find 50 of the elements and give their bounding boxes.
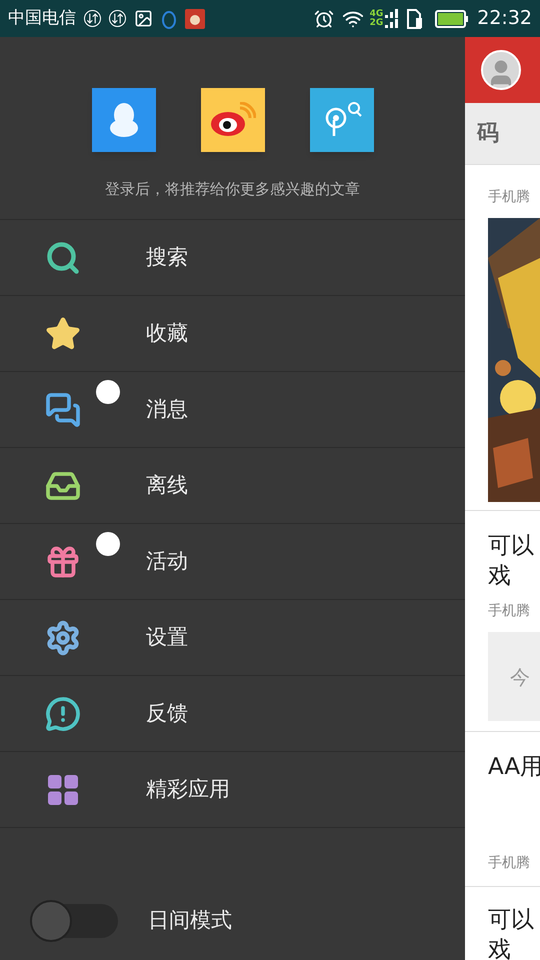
article-title: 可以 [488, 906, 535, 935]
menu-label: 离线 [146, 472, 188, 499]
battery-icon [435, 10, 470, 28]
menu-label: 收藏 [146, 320, 188, 347]
settings-icon [45, 620, 81, 656]
menu-label: 反馈 [146, 700, 188, 727]
article-source: 手机腾 [488, 188, 531, 207]
menu-item[interactable]: 消息 [0, 372, 465, 448]
alarm-icon [314, 8, 334, 28]
category-tab[interactable]: 码 [465, 117, 499, 150]
carrier-name: 中国电信 [8, 6, 76, 30]
menu-label: 精彩应用 [146, 776, 230, 803]
pin-login-button[interactable] [310, 88, 374, 152]
menu-item[interactable]: 设置 [0, 600, 465, 676]
avatar[interactable] [481, 50, 521, 90]
search-icon [45, 240, 81, 276]
qq-login-button[interactable] [92, 88, 156, 152]
article-title: 戏 [488, 562, 512, 591]
star-icon [45, 316, 81, 352]
menu-label: 设置 [146, 624, 188, 651]
menu-item[interactable]: 活动 [0, 524, 465, 600]
data-transfer-icon [109, 10, 126, 27]
signal-icon [385, 8, 400, 28]
weibo-login-button[interactable] [200, 88, 264, 152]
preview-text: 今 [510, 664, 530, 690]
menu-item[interactable]: 收藏 [0, 296, 465, 372]
menu-label: 搜索 [146, 244, 188, 271]
image-icon [134, 9, 153, 28]
eye-logo-icon [210, 102, 256, 138]
article-source: 手机腾 [488, 854, 531, 873]
sim-alert-icon [407, 8, 424, 28]
login-hint: 登录后，将推荐给你更多感兴趣的文章 [105, 179, 360, 200]
clock-time: 22:32 [477, 6, 532, 32]
article-title: 可以 [488, 532, 535, 561]
article-source: 手机腾 [488, 602, 531, 621]
menu-item[interactable]: 精彩应用 [0, 752, 465, 828]
menu-label: 活动 [146, 548, 188, 575]
gift-icon [45, 544, 81, 580]
exclamation-bubble-icon [45, 696, 81, 732]
app-notification-icon [185, 8, 205, 28]
menu-item[interactable]: 反馈 [0, 676, 465, 752]
menu-label: 消息 [146, 396, 188, 423]
network-label: 4G [370, 10, 384, 18]
article-title: 戏 [488, 936, 512, 960]
day-mode-label: 日间模式 [148, 907, 232, 934]
network-label: 2G [370, 18, 384, 28]
chat-bubbles-icon [45, 392, 81, 428]
menu-item[interactable]: 搜索 [0, 220, 465, 296]
data-transfer-icon [84, 10, 101, 27]
menu-item[interactable]: 离线 [0, 448, 465, 524]
